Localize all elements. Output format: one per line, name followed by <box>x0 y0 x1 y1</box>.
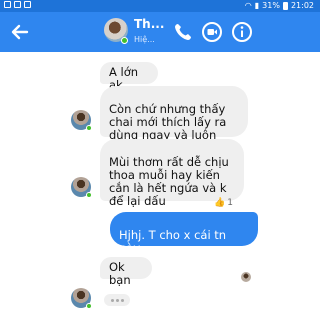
wifi-icon: ◠ <box>244 1 252 10</box>
notification-icon <box>14 1 21 8</box>
message-bubble-incoming[interactable]: A lớn ak <box>100 62 158 92</box>
seen-receipt-avatar <box>241 272 251 282</box>
phone-icon[interactable] <box>171 20 195 44</box>
signal-icon: ▮ <box>254 1 260 10</box>
status-left-icons <box>4 1 31 8</box>
contact-name[interactable]: Th... <box>134 17 164 31</box>
video-camera-icon[interactable] <box>200 20 224 44</box>
chat-header: Th... Hiệ... <box>0 12 320 52</box>
notification-icon <box>24 1 31 8</box>
clock: 21:02 <box>290 1 314 10</box>
battery-icon <box>282 1 288 10</box>
sender-avatar[interactable] <box>71 177 92 198</box>
sender-avatar[interactable] <box>71 110 92 131</box>
back-arrow-icon[interactable] <box>8 20 32 44</box>
message-text: Còn chứ nhưng thấy chai mới thích lấy ra… <box>109 102 227 142</box>
sender-avatar[interactable] <box>71 288 92 309</box>
status-bar: ◠ ▮ 31% 21:02 <box>0 0 320 12</box>
message-text: Mùi thơm rất dễ chịu thoa muỗi hay kiến … <box>109 155 229 208</box>
info-icon[interactable] <box>230 20 254 44</box>
chat-area: A lớn ak Còn chứ nhưng thấy chai mới thí… <box>0 52 320 320</box>
contact-status: Hiệ... <box>134 35 155 44</box>
message-bubble-outgoing[interactable]: Hjhj. T cho x cái tn này đăng fb hén <box>110 212 258 268</box>
message-bubble-incoming[interactable]: Còn chứ nhưng thấy chai mới thích lấy ra… <box>100 86 248 142</box>
thumbs-up-icon: 👍 <box>214 198 226 208</box>
online-indicator <box>86 192 92 198</box>
message-text: Ok bạn <box>109 260 131 287</box>
reaction-badge[interactable]: 👍 1 <box>214 198 233 208</box>
message-bubble-incoming[interactable]: Ok bạn <box>100 257 152 287</box>
online-indicator <box>86 125 92 131</box>
message-bubble-incoming[interactable]: Mùi thơm rất dễ chịu thoa muỗi hay kiến … <box>100 139 244 208</box>
battery-percent: 31% <box>262 1 280 10</box>
status-right: ◠ ▮ 31% 21:02 <box>245 1 314 10</box>
reaction-count: 1 <box>227 198 233 208</box>
online-indicator <box>86 303 92 309</box>
online-indicator <box>121 37 128 44</box>
typing-indicator <box>104 294 130 306</box>
notification-icon <box>4 1 11 8</box>
